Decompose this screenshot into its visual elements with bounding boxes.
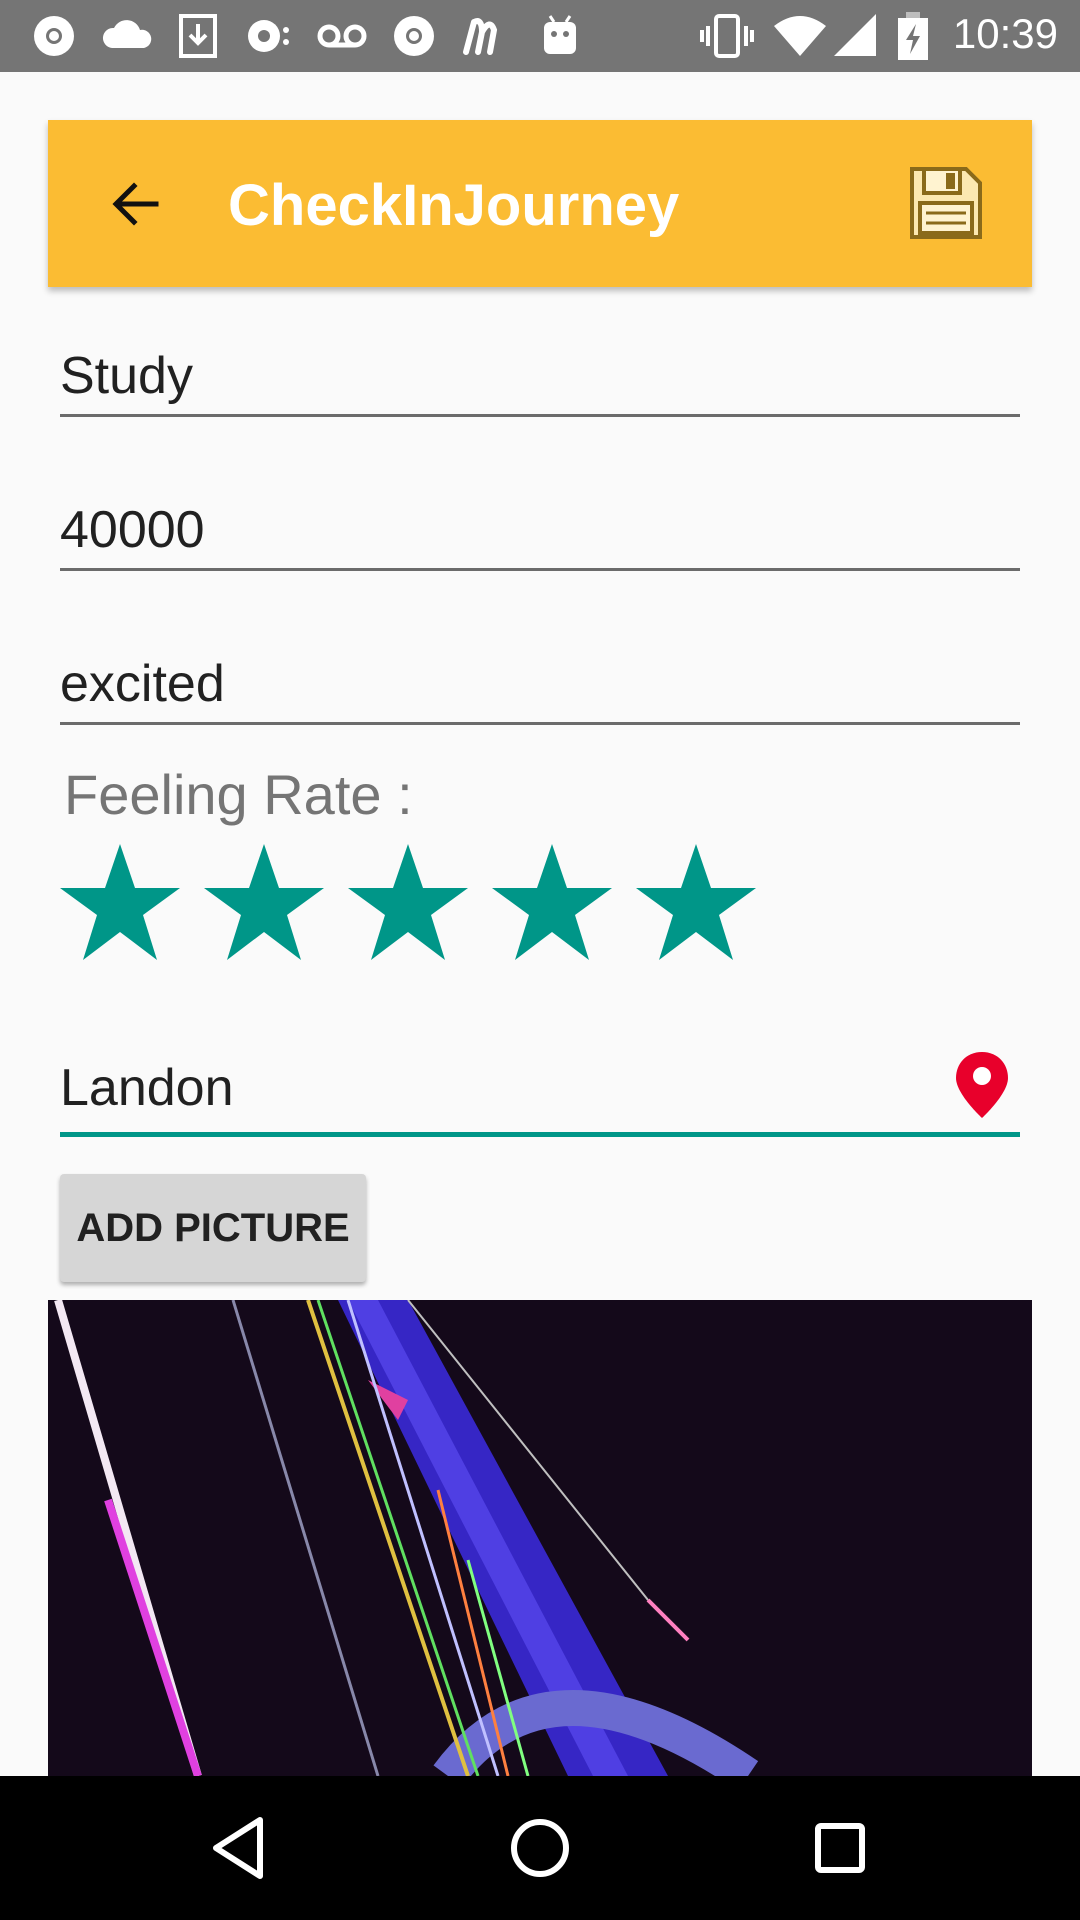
stream-icon [248, 20, 289, 52]
location-field[interactable]: Landon [60, 1050, 1020, 1137]
star-icon[interactable] [58, 842, 182, 962]
cloud-icon [102, 20, 152, 48]
bridge-lights-image [48, 1300, 1032, 1776]
title-field[interactable]: Study [60, 340, 1020, 417]
m-app-icon [463, 18, 498, 55]
home-circle-icon[interactable] [504, 1812, 576, 1884]
battery-charging-icon [898, 12, 928, 60]
journey-photo [48, 1300, 1032, 1776]
app-title: CheckInJourney [228, 173, 680, 238]
android-icon [544, 15, 576, 54]
download-icon [179, 14, 217, 58]
status-bar: 10:39 [0, 0, 1080, 72]
feeling-rate-label: Feeling Rate : [64, 763, 413, 826]
mood-field-value: excited [60, 655, 225, 713]
voicemail-icon [317, 24, 367, 48]
wifi-icon [774, 16, 826, 56]
location-field-value: Landon [60, 1059, 234, 1117]
status-time: 10:39 [952, 10, 1058, 57]
recents-square-icon[interactable] [804, 1812, 876, 1884]
star-icon[interactable] [202, 842, 326, 962]
star-icon[interactable] [490, 842, 614, 962]
amount-field[interactable]: 40000 [60, 494, 1020, 571]
chrome-icon [34, 16, 74, 56]
amount-field-value: 40000 [60, 501, 205, 559]
vibrate-icon [700, 14, 754, 58]
location-pin-icon[interactable] [954, 1050, 1010, 1120]
app-bar: CheckInJourney [48, 120, 1032, 287]
navigation-bar [0, 1776, 1080, 1920]
back-triangle-icon[interactable] [204, 1812, 276, 1884]
back-arrow-icon[interactable] [104, 172, 168, 236]
add-picture-button[interactable]: ADD PICTURE [60, 1174, 366, 1282]
star-icon[interactable] [634, 842, 758, 962]
title-field-value: Study [60, 347, 193, 405]
mood-field[interactable]: excited [60, 648, 1020, 725]
signal-icon [834, 14, 876, 56]
chrome-icon [394, 16, 434, 56]
save-floppy-icon[interactable] [908, 165, 984, 241]
star-icon[interactable] [346, 842, 470, 962]
